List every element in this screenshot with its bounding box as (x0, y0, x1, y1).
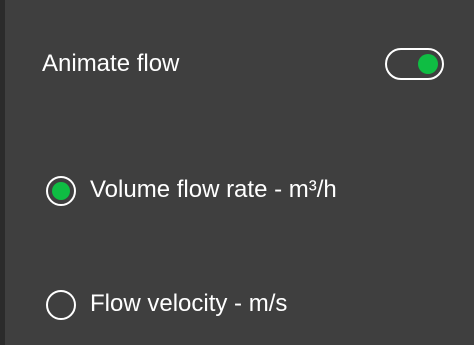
flow-settings-panel: Animate flow Volume flow rate - m³/h Flo… (5, 0, 474, 345)
radio-option-volume-flow-rate[interactable]: Volume flow rate - m³/h (46, 170, 466, 210)
radio-selected-dot (52, 182, 70, 200)
radio-label-flow-velocity: Flow velocity - m/s (90, 290, 288, 317)
radio-label-volume-flow-rate: Volume flow rate - m³/h (90, 176, 337, 203)
radio-button-unselected[interactable] (46, 290, 76, 320)
animate-flow-label: Animate flow (42, 50, 180, 77)
toggle-knob (418, 54, 438, 74)
animate-flow-toggle[interactable] (385, 48, 444, 80)
animate-flow-row: Animate flow (42, 44, 454, 84)
radio-option-flow-velocity[interactable]: Flow velocity - m/s (46, 284, 466, 324)
radio-button-selected[interactable] (46, 176, 76, 206)
